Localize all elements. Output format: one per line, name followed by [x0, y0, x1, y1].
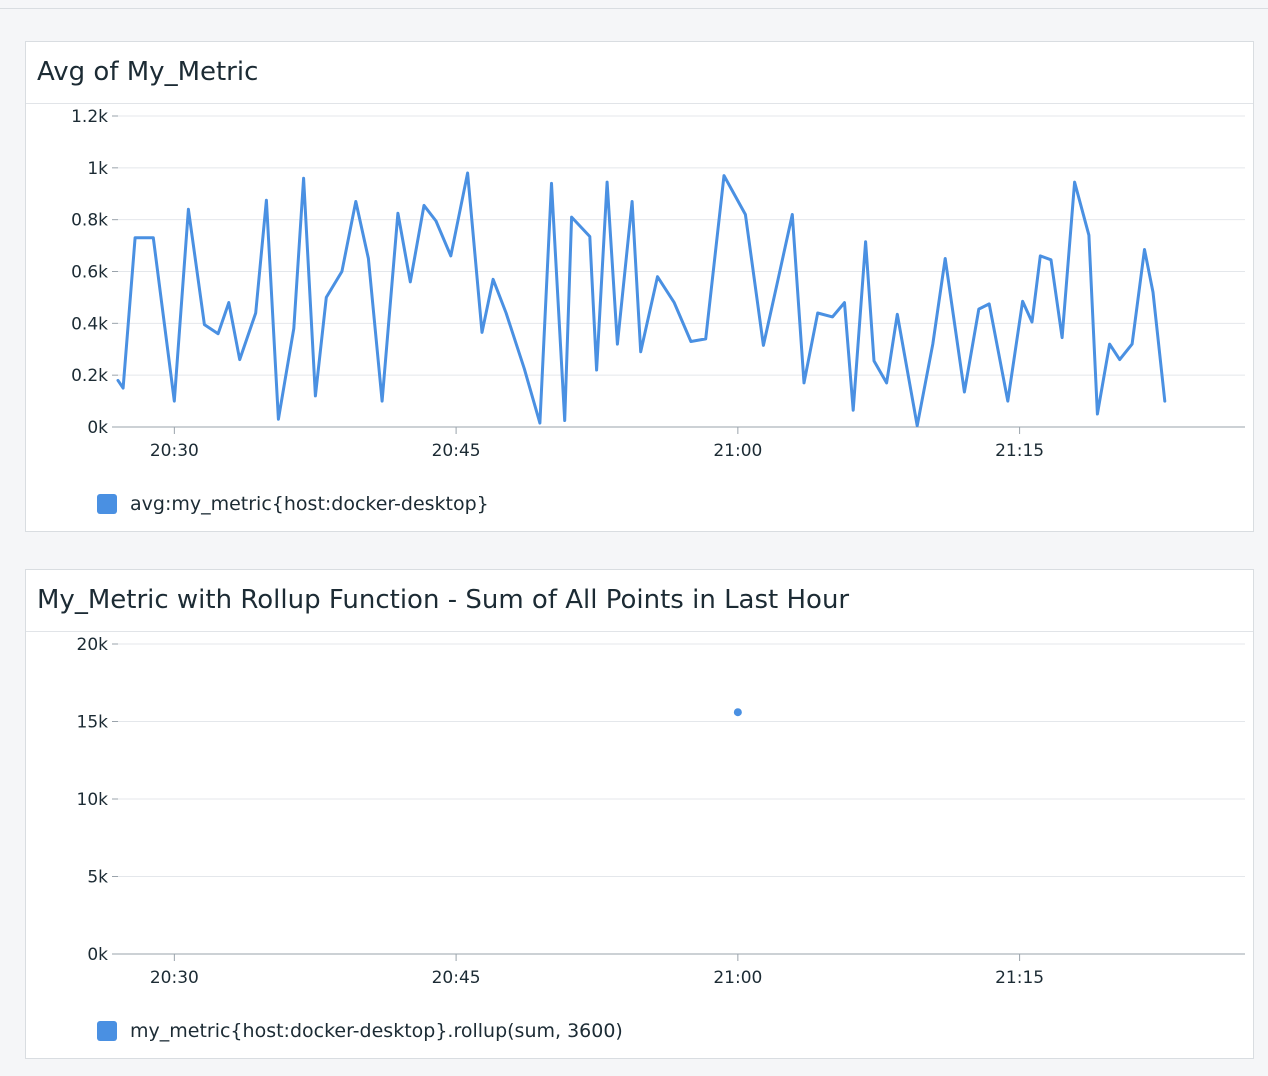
x-tick-label: 20:45 [432, 441, 481, 461]
y-tick-label: 1k [87, 159, 108, 179]
data-point [733, 708, 742, 717]
y-tick-label: 5k [87, 868, 108, 888]
x-tick-label: 21:00 [713, 968, 762, 988]
legend-label: avg:my_metric{host:docker-desktop} [130, 493, 489, 515]
y-tick-label: 0k [87, 945, 108, 965]
y-tick-label: 15k [77, 713, 109, 733]
x-tick-label: 20:30 [150, 968, 199, 988]
y-tick-label: 0.2k [71, 366, 108, 386]
y-tick-label: 0k [87, 418, 108, 438]
x-tick-label: 20:45 [432, 968, 481, 988]
x-tick-label: 21:15 [995, 968, 1044, 988]
y-tick-label: 20k [77, 635, 109, 655]
chart-panel-avg: Avg of My_Metric 0k 0.2k 0.4k 0.6k 0.8k 1k 1.2… [25, 41, 1254, 532]
dashboard-top-rule [0, 0, 1268, 9]
legend-swatch [97, 494, 117, 514]
chart-legend[interactable]: avg:my_metric{host:docker-desktop} [97, 493, 489, 515]
y-tick-label: 0.6k [71, 263, 108, 283]
y-tick-label: 1.2k [71, 107, 108, 127]
x-tick-label: 21:00 [713, 441, 762, 461]
y-tick-label: 0.4k [71, 314, 108, 334]
y-tick-label: 0.8k [71, 211, 108, 231]
series-line [116, 171, 1167, 428]
x-tick-label: 20:30 [150, 441, 199, 461]
chart-panel-rollup: My_Metric with Rollup Function - Sum of … [25, 569, 1254, 1059]
legend-label: my_metric{host:docker-desktop}.rollup(su… [130, 1020, 623, 1042]
scatter-chart[interactable]: 0k 5k 10k 15k 20k 20:30 20:45 21:00 21:15 [26, 570, 1253, 1010]
chart-legend[interactable]: my_metric{host:docker-desktop}.rollup(su… [97, 1020, 623, 1042]
x-tick-label: 21:15 [995, 441, 1044, 461]
y-tick-label: 10k [77, 790, 109, 810]
line-chart[interactable]: 0k 0.2k 0.4k 0.6k 0.8k 1k 1.2k 20:30 20:45 21:00 2… [26, 42, 1253, 482]
legend-swatch [97, 1021, 117, 1041]
